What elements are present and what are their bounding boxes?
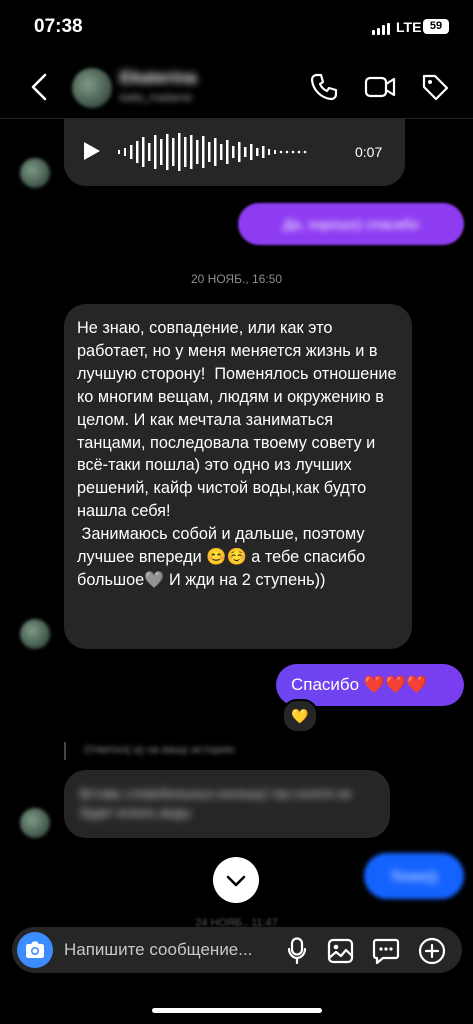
contact-name[interactable]: Ekaterina [120,68,197,88]
video-call-icon[interactable] [364,73,396,101]
camera-button[interactable] [17,932,53,968]
add-icon[interactable] [418,937,446,965]
voice-message[interactable]: 0:07 [64,118,405,186]
incoming-message-text: Вставь сло­во­бо­ль­ных-ско­ль­ку) так с… [80,786,352,820]
reply-indicator [64,742,66,760]
waveform-icon [118,133,307,171]
outgoing-message-text: Да, хорошо) спасибо [283,216,419,232]
signal-icon [372,23,390,35]
status-time: 07:38 [34,16,83,37]
scroll-down-button[interactable] [213,857,259,903]
avatar[interactable] [72,68,112,108]
home-indicator[interactable] [152,1008,322,1013]
outgoing-message[interactable]: Точно)) [364,853,464,899]
sender-avatar[interactable] [20,619,50,649]
camera-icon [26,941,44,958]
back-icon[interactable] [28,72,52,102]
outgoing-message[interactable]: Да, хорошо) спасибо [238,203,464,245]
network-type: LTE [396,19,422,35]
sender-avatar[interactable] [20,158,50,188]
incoming-message[interactable]: Вставь сло­во­бо­ль­ных-ско­ль­ку) так с… [64,770,390,838]
gallery-icon[interactable] [327,938,354,964]
voice-duration: 0:07 [355,144,383,160]
story-reply-note: Ответил(-а) на вашу историю [84,744,235,756]
phone-icon[interactable] [309,72,339,102]
tag-icon[interactable] [420,72,450,102]
sticker-chat-icon[interactable] [372,938,400,965]
battery-level: 59 [429,20,443,32]
timestamp: 20 НОЯБ., 16:50 [191,272,282,286]
message-input[interactable]: Напишите сообщение... [64,940,252,960]
microphone-icon[interactable] [287,937,307,965]
reaction-badge[interactable]: 💛 [282,699,318,733]
play-icon[interactable] [82,140,102,162]
outgoing-message-text: Точно)) [390,868,438,884]
chevron-down-icon [226,875,246,887]
incoming-message[interactable]: Не знаю, совпадение, или как это работае… [64,304,412,649]
battery-icon: 59 [423,19,449,34]
sender-avatar[interactable] [20,808,50,838]
contact-username[interactable]: katia_madame [120,92,192,104]
